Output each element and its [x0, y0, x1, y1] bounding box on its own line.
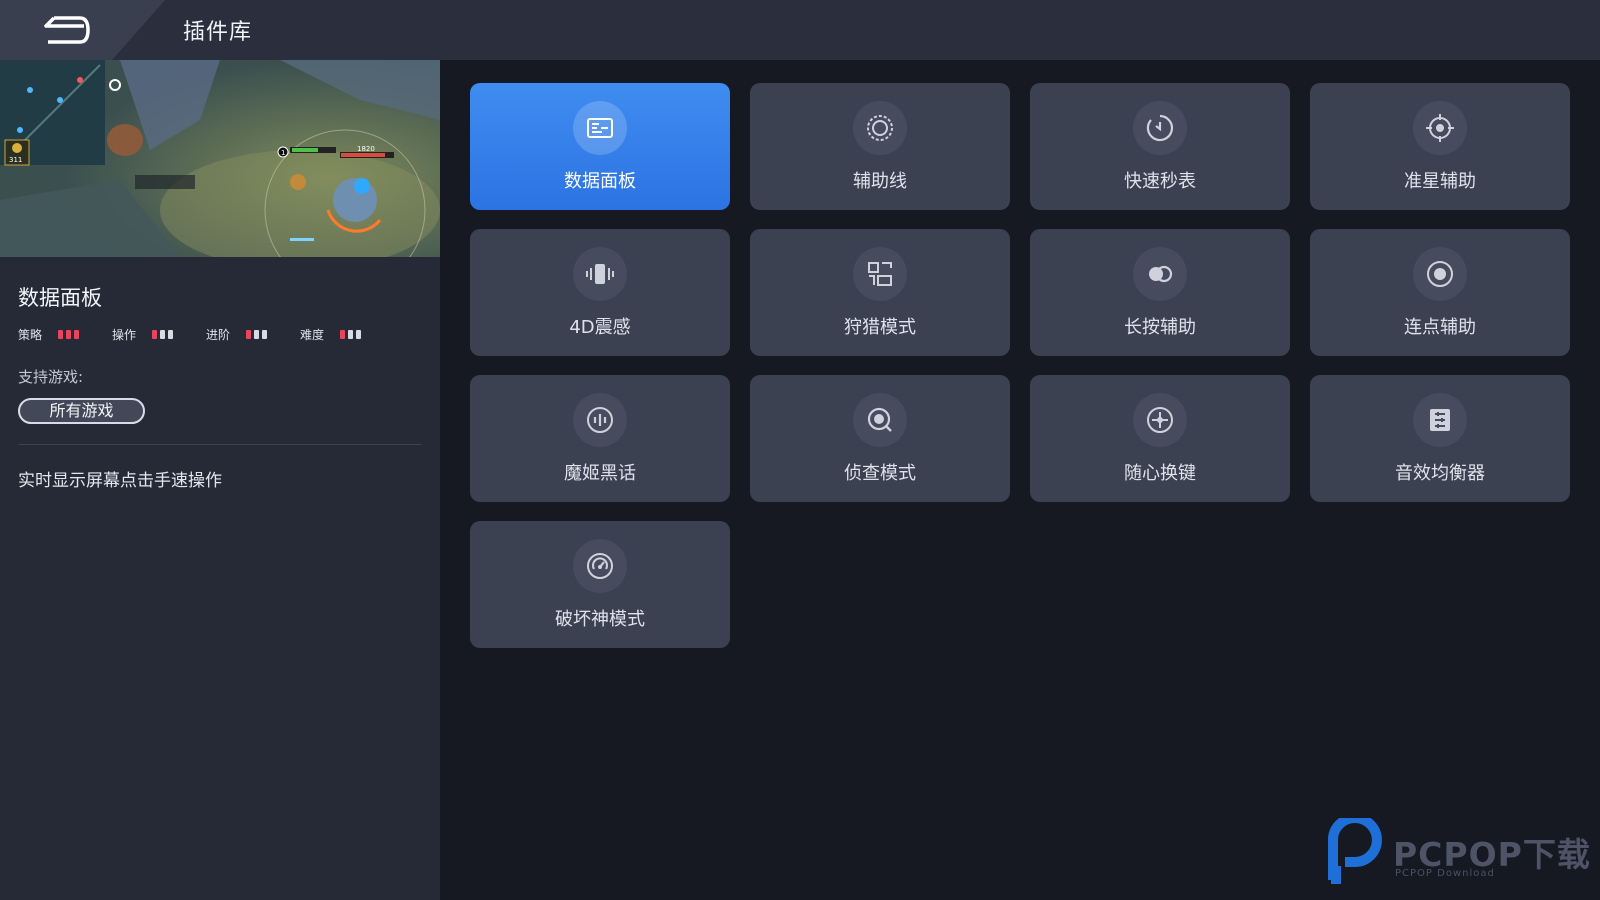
rating-dots [246, 330, 268, 339]
plugin-card-data-panel[interactable]: 数据面板 [470, 83, 730, 210]
rating-dot [340, 330, 346, 339]
page-title: 插件库 [183, 20, 253, 45]
rating-dot [246, 330, 252, 339]
rating-label: 策略 [18, 328, 43, 342]
divider [18, 444, 422, 445]
rating-dot [152, 330, 158, 339]
back-button[interactable] [0, 0, 165, 60]
supported-games-label: 支持游戏: [18, 368, 84, 386]
key-remap-icon [1133, 393, 1187, 447]
destroyer-mode-icon [573, 539, 627, 593]
voice-changer-icon [573, 393, 627, 447]
plugin-label: 侦查模式 [844, 463, 916, 484]
plugin-label: 数据面板 [564, 171, 636, 192]
plugin-card-equalizer[interactable]: 音效均衡器 [1310, 375, 1570, 502]
rating-dot [168, 330, 174, 339]
back-icon [44, 16, 90, 44]
plugin-card-destroyer-mode[interactable]: 破坏神模式 [470, 521, 730, 648]
pcpop-logo-icon [1328, 813, 1382, 884]
rating-dot [58, 330, 64, 339]
plugin-card-scout-mode[interactable]: 侦查模式 [750, 375, 1010, 502]
rating-dot [254, 330, 260, 339]
rating-dot [74, 330, 80, 339]
plugin-label: 音效均衡器 [1395, 463, 1485, 484]
rating-label: 难度 [300, 328, 325, 342]
rating-strategy: 策略 [18, 326, 80, 343]
plugin-card-key-remap[interactable]: 随心换键 [1030, 375, 1290, 502]
plugin-label: 随心换键 [1124, 463, 1196, 484]
plugin-card-crosshair[interactable]: 准星辅助 [1310, 83, 1570, 210]
rating-dots [340, 330, 362, 339]
crosshair-icon [1413, 101, 1467, 155]
plugin-card-aux-line[interactable]: 辅助线 [750, 83, 1010, 210]
rating-label: 进阶 [206, 328, 231, 342]
long-press-icon [1133, 247, 1187, 301]
rating-label: 操作 [112, 328, 137, 342]
top-bar: 插件库 [0, 0, 1600, 60]
data-panel-icon [573, 101, 627, 155]
rating-operation: 操作 [112, 326, 174, 343]
scout-mode-icon [853, 393, 907, 447]
plugin-card-hunt-mode[interactable]: 狩猎模式 [750, 229, 1010, 356]
level-text: 1 [281, 149, 285, 157]
equalizer-icon [1413, 393, 1467, 447]
plugin-label: 快速秒表 [1124, 171, 1196, 192]
watermark-sub: PCPOP Download [1395, 868, 1495, 879]
aux-line-icon [853, 101, 907, 155]
stopwatch-icon [1133, 101, 1187, 155]
rating-dot [262, 330, 268, 339]
watermark-logo: PCPOP下载 PCPOP Download [1325, 813, 1600, 892]
hunt-mode-icon [853, 247, 907, 301]
rating-dot [66, 330, 72, 339]
rating-dots [152, 330, 174, 339]
rating-difficulty: 难度 [300, 326, 362, 343]
detail-title: 数据面板 [18, 286, 102, 310]
plugin-label: 4D震感 [569, 317, 631, 338]
rating-dot [348, 330, 354, 339]
plugin-label: 准星辅助 [1404, 171, 1476, 192]
rating-row: 策略 操作 进阶 难度 [18, 326, 438, 342]
plugin-card-stopwatch[interactable]: 快速秒表 [1030, 83, 1290, 210]
vibration-icon [573, 247, 627, 301]
game-preview-image: 311 1820 1 [0, 60, 440, 257]
hp-value-text: 1820 [357, 145, 375, 153]
plugin-label: 连点辅助 [1404, 317, 1476, 338]
plugin-card-vibration[interactable]: 4D震感 [470, 229, 730, 356]
auto-click-icon [1413, 247, 1467, 301]
gold-text: 311 [9, 156, 22, 164]
plugin-description: 实时显示屏幕点击手速操作 [18, 471, 222, 491]
plugin-card-voice-changer[interactable]: 魔姬黑话 [470, 375, 730, 502]
rating-dot [160, 330, 166, 339]
plugin-label: 魔姬黑话 [564, 463, 636, 484]
plugin-label: 长按辅助 [1124, 317, 1196, 338]
rating-advanced: 进阶 [206, 326, 268, 343]
plugin-card-auto-click[interactable]: 连点辅助 [1310, 229, 1570, 356]
plugin-card-long-press[interactable]: 长按辅助 [1030, 229, 1290, 356]
rating-dots [58, 330, 80, 339]
plugin-detail-panel: 311 1820 1 数据面板 策略 操作 进阶 难度 支持游戏: 所有游戏 实… [0, 60, 440, 900]
plugin-label: 辅助线 [853, 171, 907, 192]
all-games-chip[interactable]: 所有游戏 [18, 398, 145, 424]
plugin-label: 狩猎模式 [844, 317, 916, 338]
plugin-label: 破坏神模式 [555, 609, 645, 630]
rating-dot [356, 330, 362, 339]
